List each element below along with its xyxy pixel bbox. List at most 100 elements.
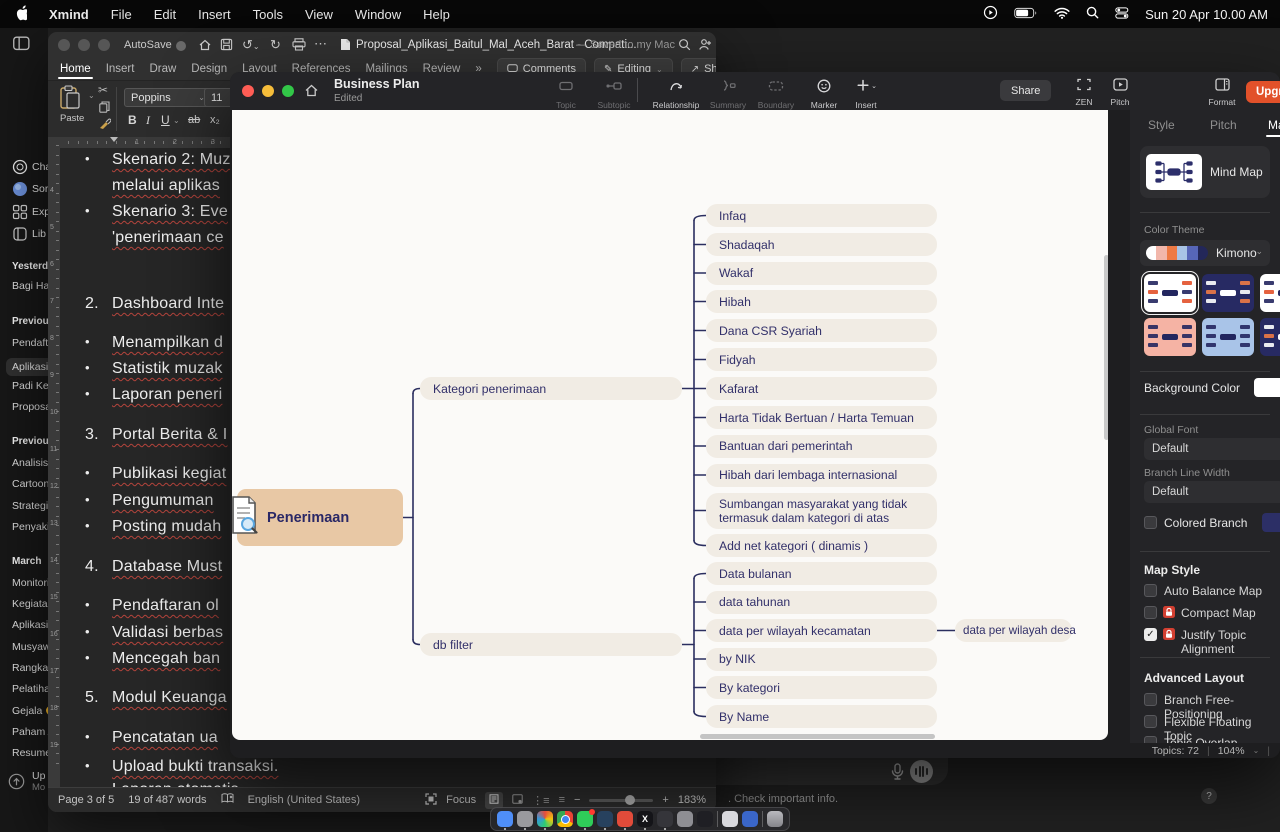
dock-app-light-icon[interactable] bbox=[722, 811, 738, 827]
mindmap-canvas[interactable]: PenerimaanKategori penerimaandb filterIn… bbox=[232, 110, 1108, 740]
home-icon[interactable] bbox=[198, 38, 212, 57]
theme-thumbnail[interactable] bbox=[1260, 318, 1280, 356]
sidebar-item[interactable]: Paham A bbox=[12, 726, 48, 738]
focus-icon[interactable] bbox=[425, 793, 437, 808]
checkbox-topic-overlap[interactable] bbox=[1144, 736, 1157, 743]
subscript-button[interactable]: x₂ bbox=[210, 114, 220, 126]
upgrade-button[interactable]: Upgrade bbox=[1246, 81, 1280, 103]
mindmap-node[interactable]: Kafarat bbox=[706, 377, 937, 400]
zoom-out-button[interactable]: − bbox=[574, 794, 580, 806]
page-indicator[interactable]: Page 3 of 5 bbox=[58, 794, 114, 806]
voice-mode-button[interactable] bbox=[910, 760, 933, 783]
pitch-button[interactable]: Pitch bbox=[1094, 78, 1146, 107]
summary-button[interactable]: Summary bbox=[702, 78, 754, 110]
mindmap-node[interactable]: By kategori bbox=[706, 676, 937, 699]
control-center-icon[interactable] bbox=[1115, 7, 1129, 22]
dock-settings-icon[interactable] bbox=[517, 811, 533, 827]
language-indicator[interactable]: English (United States) bbox=[248, 794, 361, 806]
zoom-icon[interactable] bbox=[98, 39, 110, 51]
dock-app-dark-blue-icon[interactable] bbox=[597, 811, 613, 827]
sidebar-item[interactable]: Penyakit bbox=[12, 521, 48, 533]
bold-button[interactable]: B bbox=[128, 113, 137, 127]
copy-icon[interactable] bbox=[99, 100, 110, 118]
dock-notes-icon[interactable] bbox=[697, 811, 713, 827]
tab-home[interactable]: Home bbox=[60, 63, 91, 75]
sidebar-item[interactable]: Strategi bbox=[12, 500, 48, 512]
mindmap-node[interactable]: Harta Tidak Bertuan / Harta Temuan bbox=[706, 406, 937, 429]
font-name-select[interactable]: Poppins⌄ bbox=[124, 88, 212, 107]
theme-thumbnail[interactable] bbox=[1202, 274, 1254, 312]
share-contact-icon[interactable] bbox=[698, 38, 712, 56]
search-icon[interactable] bbox=[678, 38, 691, 56]
branch-topic-kategori[interactable]: Kategori penerimaan bbox=[420, 377, 682, 400]
sidebar-nav-library[interactable]: Lib bbox=[0, 225, 48, 245]
structure-card[interactable]: Mind Map bbox=[1140, 146, 1270, 198]
sidebar-item[interactable]: Proposa bbox=[12, 401, 48, 413]
checkbox-branch-free-positioning[interactable] bbox=[1144, 693, 1157, 706]
sidebar-item[interactable]: Analisis bbox=[12, 457, 48, 469]
help-button[interactable]: ? bbox=[1201, 788, 1217, 804]
sidebar-item[interactable]: Resume bbox=[12, 747, 48, 759]
central-topic[interactable]: Penerimaan bbox=[237, 489, 403, 546]
dock-finder-icon[interactable] bbox=[497, 811, 513, 827]
format-painter-icon[interactable] bbox=[98, 117, 111, 135]
sidebar-item[interactable]: Cartoon bbox=[12, 478, 48, 490]
dock-xmind-icon[interactable]: X bbox=[637, 811, 653, 827]
mindmap-node[interactable]: Shadaqah bbox=[706, 233, 937, 256]
tab-pitch[interactable]: Pitch bbox=[1210, 118, 1237, 132]
checkbox-auto-balance-map[interactable] bbox=[1144, 584, 1157, 597]
search-icon[interactable] bbox=[1086, 6, 1099, 22]
screen-record-icon[interactable] bbox=[983, 5, 998, 23]
checkbox-compact-map[interactable] bbox=[1144, 606, 1157, 619]
tab-design[interactable]: Design bbox=[191, 63, 227, 75]
dock-printer-icon[interactable] bbox=[677, 811, 693, 827]
zoom-percent[interactable]: 183% bbox=[678, 794, 706, 806]
italic-button[interactable]: I bbox=[146, 113, 150, 128]
topic-button[interactable]: Topic bbox=[540, 78, 592, 110]
menu-item-help[interactable]: Help bbox=[423, 7, 450, 22]
mindmap-node[interactable]: by NIK bbox=[706, 648, 937, 671]
print-icon[interactable] bbox=[292, 38, 306, 56]
mindmap-node[interactable]: Fidyah bbox=[706, 348, 937, 371]
mindmap-node[interactable]: data tahunan bbox=[706, 591, 937, 614]
share-button[interactable]: Share bbox=[1000, 80, 1051, 101]
redo-icon[interactable]: ↻ bbox=[270, 37, 281, 53]
mindmap-node[interactable]: data per wilayah desa bbox=[955, 619, 1072, 642]
mindmap-node[interactable]: Hibah dari lembaga internasional bbox=[706, 464, 937, 487]
focus-label[interactable]: Focus bbox=[446, 794, 476, 806]
outline-view-button[interactable]: ⋮≡ bbox=[532, 794, 549, 807]
branch-width-select[interactable]: Default bbox=[1144, 481, 1280, 503]
menu-item-insert[interactable]: Insert bbox=[198, 7, 231, 22]
close-icon[interactable] bbox=[58, 39, 70, 51]
menu-item-window[interactable]: Window bbox=[355, 7, 401, 22]
menu-app-name[interactable]: Xmind bbox=[49, 7, 89, 22]
word-count[interactable]: 19 of 487 words bbox=[128, 794, 206, 806]
sidebar-item[interactable]: Pelatihan bbox=[12, 683, 48, 695]
insert-button[interactable]: ⌄Insert bbox=[840, 78, 892, 110]
colored-branch-checkbox[interactable] bbox=[1144, 516, 1157, 529]
theme-thumbnail[interactable] bbox=[1202, 318, 1254, 356]
home-icon[interactable] bbox=[304, 83, 319, 103]
mindmap-node[interactable]: By Name bbox=[706, 705, 937, 728]
cut-icon[interactable]: ✂ bbox=[98, 83, 108, 97]
tab-map[interactable]: Map bbox=[1268, 118, 1280, 132]
paste-icon[interactable] bbox=[58, 85, 82, 116]
zoom-icon[interactable] bbox=[282, 85, 294, 97]
dock-trash-icon[interactable] bbox=[767, 811, 783, 827]
sidebar-item[interactable]: Musyawa bbox=[12, 641, 48, 653]
mindmap-node[interactable]: Bantuan dari pemerintah bbox=[706, 435, 937, 458]
dock-app-red-icon[interactable] bbox=[617, 811, 633, 827]
mindmap-node[interactable]: Hibah bbox=[706, 290, 937, 313]
web-layout-view-button[interactable] bbox=[512, 794, 523, 807]
draft-view-button[interactable]: ≡ bbox=[559, 794, 565, 806]
theme-thumbnail[interactable] bbox=[1144, 318, 1196, 356]
mindmap-node[interactable]: Data bulanan bbox=[706, 562, 937, 585]
mindmap-node[interactable]: Wakaf bbox=[706, 262, 937, 285]
dock-chrome-icon[interactable] bbox=[557, 811, 573, 827]
sidebar-toggle-icon[interactable] bbox=[13, 36, 30, 56]
minimize-icon[interactable] bbox=[78, 39, 90, 51]
sidebar-item[interactable]: Rangkai bbox=[12, 662, 48, 674]
proofing-icon[interactable] bbox=[221, 793, 234, 807]
mindmap-node[interactable]: Infaq bbox=[706, 204, 937, 227]
checkbox-justify-topic-alignment[interactable]: ✓ bbox=[1144, 628, 1157, 641]
